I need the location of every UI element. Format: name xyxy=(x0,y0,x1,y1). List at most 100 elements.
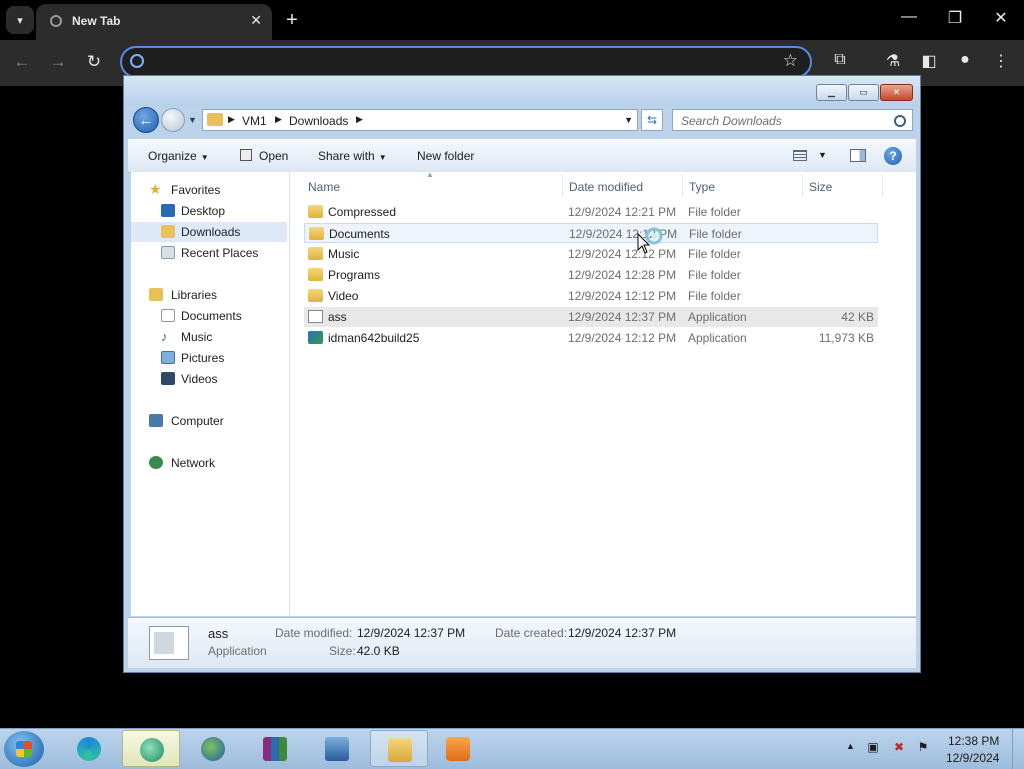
open-button[interactable]: Open xyxy=(259,149,288,163)
chevron-right-icon[interactable]: ▶ xyxy=(275,114,282,125)
explorer-close-button[interactable]: ✕ xyxy=(880,84,913,101)
taskbar: ▲ ▣ ✖ ⚑ 12:38 PM 12/9/2024 xyxy=(0,728,1024,769)
column-divider[interactable] xyxy=(682,174,683,196)
search-input[interactable]: Search Downloads xyxy=(672,109,913,131)
bookmark-star-icon[interactable]: ☆ xyxy=(783,51,798,71)
file-name: ass xyxy=(328,310,347,324)
file-row[interactable]: idman642build25 12/9/2024 12:12 PM Appli… xyxy=(304,328,878,348)
labs-flask-icon[interactable]: ⚗ xyxy=(882,51,904,71)
videos-icon xyxy=(161,372,175,385)
chevron-right-icon[interactable]: ▶ xyxy=(228,114,235,125)
chevron-right-icon[interactable]: ▶ xyxy=(356,114,363,125)
taskbar-browser[interactable] xyxy=(122,730,180,767)
file-row[interactable]: Video 12/9/2024 12:12 PM File folder xyxy=(304,286,878,306)
breadcrumb[interactable]: ▶ VM1 ▶ Downloads ▶ ▼ xyxy=(202,109,638,131)
nav-item-videos[interactable]: Videos xyxy=(131,369,287,389)
start-button[interactable] xyxy=(4,731,44,767)
column-divider[interactable] xyxy=(562,174,563,196)
file-date: 12/9/2024 12:21 PM xyxy=(568,205,677,219)
details-size: 42.0 KB xyxy=(357,644,400,658)
back-arrow-icon[interactable]: ← xyxy=(11,52,33,72)
explorer-titlebar[interactable]: ▁ ▭ ✕ xyxy=(124,76,920,106)
folder-icon xyxy=(308,289,323,302)
explorer-forward-button[interactable] xyxy=(161,108,185,132)
explorer-back-button[interactable]: ← xyxy=(133,107,159,133)
nav-item-computer[interactable]: Computer xyxy=(131,411,287,431)
close-browser-button[interactable]: ✕ xyxy=(986,8,1016,28)
file-row[interactable]: Music 12/9/2024 12:12 PM File folder xyxy=(304,244,878,264)
taskbar-edge[interactable] xyxy=(60,730,118,767)
file-row-selected[interactable]: ass 12/9/2024 12:37 PM Application 42 KB xyxy=(304,307,878,327)
clock-date[interactable]: 12/9/2024 xyxy=(946,751,999,765)
details-date-modified: 12/9/2024 12:37 PM xyxy=(357,626,466,640)
nav-item-desktop[interactable]: Desktop xyxy=(131,201,287,221)
tab-search-button[interactable]: ▾ xyxy=(6,6,34,34)
search-icon xyxy=(130,54,144,68)
nav-item-music[interactable]: ♪ Music xyxy=(131,327,287,347)
taskbar-idm[interactable] xyxy=(184,730,242,767)
column-divider[interactable] xyxy=(802,174,803,196)
browser-icon xyxy=(140,738,164,762)
column-divider[interactable] xyxy=(882,174,883,196)
recent-pages-dropdown[interactable]: ▼ xyxy=(188,115,197,125)
profile-avatar-icon[interactable]: ● xyxy=(954,51,976,69)
star-icon: ★ xyxy=(149,181,162,197)
nav-item-network[interactable]: Network xyxy=(131,453,287,473)
computer-admin-icon xyxy=(325,737,349,761)
reload-icon[interactable]: ↻ xyxy=(83,52,105,72)
address-bar[interactable]: ☆ xyxy=(120,46,812,78)
edge-icon xyxy=(77,737,101,761)
column-header-type[interactable]: Type xyxy=(689,180,715,194)
share-with-button[interactable]: Share with ▼ xyxy=(318,149,387,163)
menu-kebab-icon[interactable]: ⋮ xyxy=(990,51,1012,71)
nav-item-recent-places[interactable]: Recent Places xyxy=(131,243,287,263)
tray-network-error-icon[interactable]: ✖ xyxy=(892,740,906,754)
browser-tab[interactable]: New Tab ✕ xyxy=(36,4,272,40)
explorer-minimize-button[interactable]: ▁ xyxy=(816,84,847,101)
tab-title: New Tab xyxy=(72,14,121,28)
taskbar-media-player[interactable] xyxy=(432,730,490,767)
organize-button[interactable]: Organize ▼ xyxy=(148,149,209,163)
column-header-size[interactable]: Size xyxy=(809,180,832,194)
minimize-button[interactable]: — xyxy=(894,8,924,26)
help-icon[interactable]: ? xyxy=(884,147,902,165)
downloads-folder-icon xyxy=(207,113,223,126)
file-name: Documents xyxy=(329,227,390,241)
preview-pane-icon[interactable] xyxy=(850,149,866,162)
address-dropdown-icon[interactable]: ▼ xyxy=(624,115,633,125)
tray-device-icon[interactable]: ▣ xyxy=(866,740,880,754)
file-date: 12/9/2024 12:12 PM xyxy=(568,289,677,303)
breadcrumb-downloads[interactable]: Downloads xyxy=(289,114,348,128)
nav-item-pictures[interactable]: Pictures xyxy=(131,348,287,368)
nav-item-documents[interactable]: Documents xyxy=(131,306,287,326)
forward-arrow-icon[interactable]: → xyxy=(47,52,69,72)
nav-item-downloads[interactable]: Downloads xyxy=(131,222,287,242)
new-folder-button[interactable]: New folder xyxy=(417,149,474,163)
file-row[interactable]: Compressed 12/9/2024 12:21 PM File folde… xyxy=(304,202,878,222)
clock-time[interactable]: 12:38 PM xyxy=(948,734,999,748)
show-hidden-icons-icon[interactable]: ▲ xyxy=(846,741,855,751)
restore-button[interactable]: ❐ xyxy=(940,8,970,28)
column-header-date-modified[interactable]: Date modified xyxy=(569,180,643,194)
refresh-button[interactable]: ⇆ xyxy=(641,109,663,131)
show-desktop-button[interactable] xyxy=(1012,729,1024,769)
view-options-dropdown-icon[interactable]: ▼ xyxy=(818,150,827,160)
tray-action-center-flag-icon[interactable]: ⚑ xyxy=(916,740,930,754)
taskbar-explorer[interactable] xyxy=(370,730,428,767)
side-panel-icon[interactable]: ◧ xyxy=(918,51,940,71)
breadcrumb-vm1[interactable]: VM1 xyxy=(242,114,267,128)
change-view-icon[interactable] xyxy=(793,150,807,161)
taskbar-computer-admin[interactable] xyxy=(308,730,366,767)
new-tab-button[interactable]: + xyxy=(282,6,302,34)
nav-favorites[interactable]: ★ Favorites xyxy=(131,180,287,200)
nav-libraries[interactable]: Libraries xyxy=(131,285,287,305)
extensions-icon[interactable]: ⧉ xyxy=(829,51,851,69)
taskbar-winrar[interactable] xyxy=(246,730,304,767)
column-header-name[interactable]: Name xyxy=(308,180,340,194)
file-row[interactable]: Programs 12/9/2024 12:28 PM File folder xyxy=(304,265,878,285)
file-row[interactable]: Documents 12/9/2024 12:12 PM File folder xyxy=(304,223,878,243)
explorer-maximize-button[interactable]: ▭ xyxy=(848,84,879,101)
search-icon[interactable] xyxy=(894,115,906,127)
tab-close-icon[interactable]: ✕ xyxy=(250,12,262,29)
file-date: 12/9/2024 12:12 PM xyxy=(568,331,677,345)
